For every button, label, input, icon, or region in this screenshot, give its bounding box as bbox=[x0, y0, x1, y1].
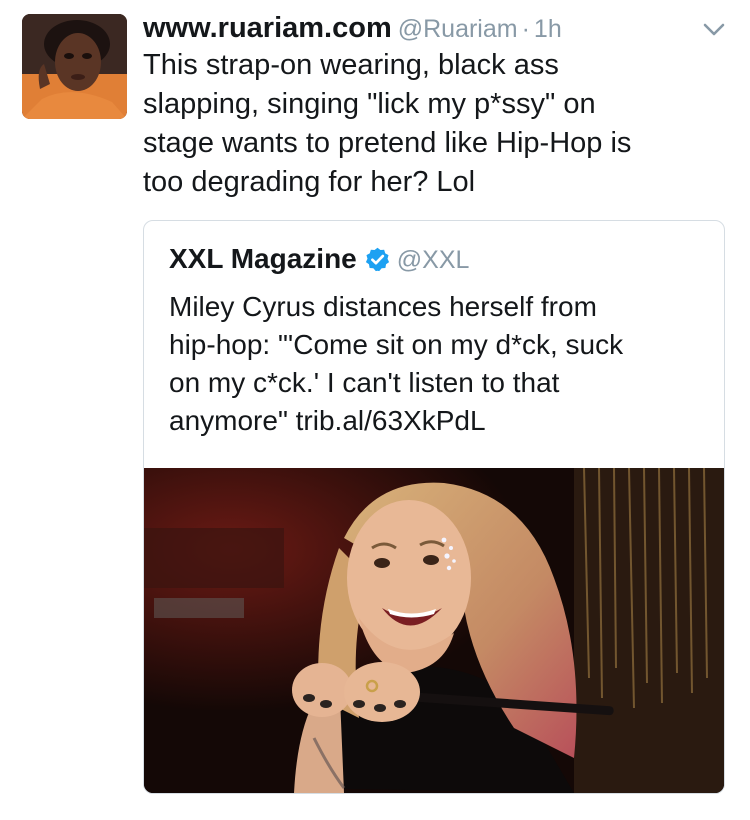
author-name[interactable]: www.ruariam.com bbox=[143, 12, 392, 44]
verified-badge-icon bbox=[364, 246, 391, 273]
quoted-tweet-header: XXL Magazine @XXL bbox=[169, 239, 469, 279]
tweet-text-line: This strap-on wearing, black ass bbox=[143, 49, 559, 81]
quoted-author-handle[interactable]: @XXL bbox=[397, 246, 470, 274]
tweet-timestamp[interactable]: 1h bbox=[534, 15, 562, 43]
quoted-tweet-text: Miley Cyrus distances herself from hip-h… bbox=[169, 288, 709, 440]
quoted-text-line: on my c*ck.' I can't listen to that bbox=[169, 367, 560, 398]
tweet-header: www.ruariam.com @Ruariam · 1h bbox=[143, 8, 562, 48]
quoted-text-line: Miley Cyrus distances herself from bbox=[169, 291, 597, 322]
quoted-text-line: hip-hop: "'Come sit on my d*ck, suck bbox=[169, 329, 624, 360]
tweet: www.ruariam.com @Ruariam · 1h This strap-on… bbox=[0, 0, 750, 820]
quoted-tweet-photo[interactable] bbox=[144, 468, 724, 793]
chevron-down-icon bbox=[703, 23, 725, 36]
quoted-author-name[interactable]: XXL Magazine bbox=[169, 243, 357, 274]
separator-dot: · bbox=[521, 15, 530, 43]
quoted-tweet-card[interactable]: XXL Magazine @XXL Miley Cyrus distances … bbox=[143, 220, 725, 794]
author-avatar[interactable] bbox=[22, 14, 127, 119]
photo-illustration bbox=[144, 468, 724, 793]
tweet-text-line: too degrading for her? Lol bbox=[143, 166, 476, 198]
author-handle[interactable]: @Ruariam bbox=[398, 15, 518, 43]
tweet-text-line: slapping, singing "lick my p*ssy" on bbox=[143, 88, 596, 120]
tweet-menu-button[interactable] bbox=[700, 20, 728, 40]
tweet-text-line: stage wants to pretend like Hip-Hop is bbox=[143, 127, 632, 159]
quoted-text-line[interactable]: anymore" trib.al/63XkPdL bbox=[169, 405, 486, 436]
avatar-photo bbox=[22, 14, 127, 119]
tweet-text: This strap-on wearing, black ass slappin… bbox=[143, 46, 733, 202]
